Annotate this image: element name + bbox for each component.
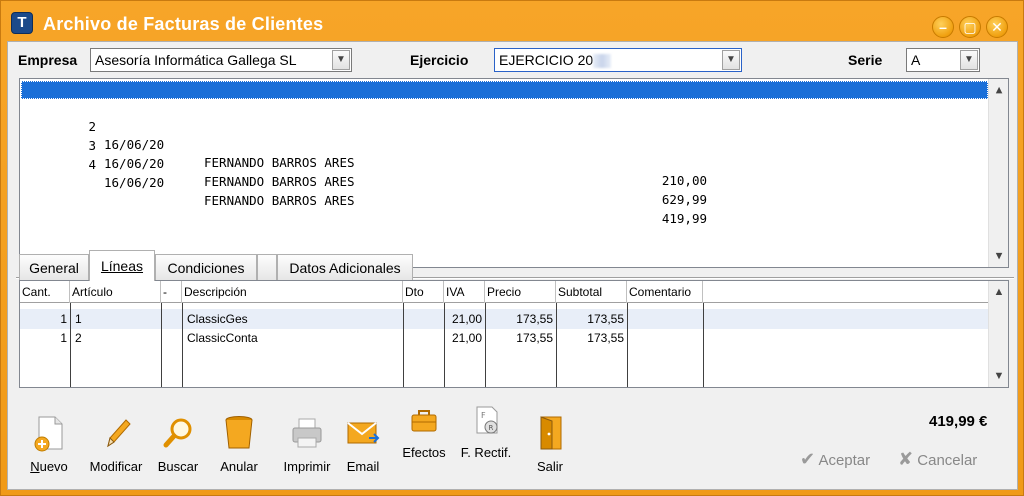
empresa-value: Asesoría Informática Gallega SL	[95, 52, 297, 68]
imprimir-button[interactable]: Imprimir	[276, 414, 338, 474]
window-title: Archivo de Facturas de Clientes	[43, 14, 324, 34]
invoice-list[interactable]: 1 16/06/20 FERNANDO BARROS ARES 419,99 C…	[19, 78, 1009, 268]
column-divider	[556, 303, 557, 387]
chevron-down-icon[interactable]: ▼	[722, 50, 740, 70]
cancelar-button[interactable]: ✘ Cancelar	[898, 449, 977, 470]
email-button[interactable]: Email	[341, 414, 385, 474]
ejercicio-select[interactable]: EJERCICIO 20 ▼	[494, 48, 742, 72]
col-header-dto[interactable]: Dto	[403, 281, 444, 303]
tab-general[interactable]: General	[19, 254, 89, 280]
column-divider	[182, 303, 183, 387]
serie-label: Serie	[848, 52, 883, 68]
printer-icon	[292, 418, 322, 448]
line-row[interactable]: 1 1 ClassicGes 21,00 173,55 173,55	[20, 309, 988, 329]
client-area: Empresa Asesoría Informática Gallega SL …	[7, 41, 1018, 490]
aceptar-button[interactable]: ✔ Aceptar	[800, 449, 870, 470]
serie-select[interactable]: A ▼	[906, 48, 980, 72]
anular-button[interactable]: Anular	[212, 414, 266, 474]
column-divider	[70, 303, 71, 387]
column-divider	[403, 303, 404, 387]
column-divider	[161, 303, 162, 387]
column-divider	[485, 303, 486, 387]
line-row[interactable]: 1 2 ClassicConta 21,00 173,55 173,55	[20, 328, 988, 348]
efectos-button[interactable]: Efectos	[397, 404, 451, 460]
col-header-subtotal[interactable]: Subtotal	[556, 281, 627, 303]
ejercicio-label: Ejercicio	[410, 52, 469, 68]
invoice-row[interactable]: 4 16/06/20 FERNANDO BARROS ARES 419,99	[21, 138, 988, 226]
col-header-articulo[interactable]: Artículo	[70, 281, 161, 303]
col-header-cant[interactable]: Cant.	[20, 281, 70, 303]
new-document-icon	[34, 416, 63, 452]
svg-text:F: F	[481, 411, 486, 420]
svg-text:R: R	[489, 424, 494, 432]
buscar-button[interactable]: Buscar	[151, 414, 205, 474]
empresa-select[interactable]: Asesoría Informática Gallega SL ▼	[90, 48, 352, 72]
cross-icon: ✘	[898, 449, 914, 469]
application-window: T Archivo de Facturas de Clientes – ▢ ✕ …	[0, 0, 1024, 496]
redacted-mask	[593, 54, 612, 69]
close-icon[interactable]: ✕	[986, 16, 1008, 38]
invoice-row[interactable]: 3 16/06/20 FERNANDO BARROS ARES 629,99	[21, 119, 988, 207]
scroll-down-icon[interactable]: ▼	[989, 247, 1009, 265]
col-header-descripcion[interactable]: Descripción	[182, 281, 403, 303]
scroll-down-icon[interactable]: ▼	[989, 367, 1009, 385]
col-header-precio[interactable]: Precio	[485, 281, 556, 303]
modificar-button[interactable]: Modificar	[84, 414, 148, 474]
col-header-iva[interactable]: IVA	[444, 281, 485, 303]
lines-scrollbar[interactable]: ▲ ▼	[988, 281, 1008, 387]
title-bar[interactable]: T Archivo de Facturas de Clientes – ▢ ✕	[1, 1, 1023, 39]
minimize-icon[interactable]: –	[932, 16, 954, 38]
checkmark-icon: ✔	[800, 449, 816, 469]
ejercicio-value: EJERCICIO 20	[499, 52, 594, 68]
tab-lineas[interactable]: Líneas	[89, 250, 155, 281]
scroll-up-icon[interactable]: ▲	[989, 81, 1009, 99]
maximize-icon[interactable]: ▢	[959, 16, 981, 38]
salir-button[interactable]: Salir	[528, 414, 572, 474]
pencil-icon	[107, 419, 131, 448]
chevron-down-icon[interactable]: ▼	[332, 50, 350, 70]
scroll-up-icon[interactable]: ▲	[989, 283, 1009, 301]
rectify-document-icon: F R	[476, 406, 498, 434]
col-header-sep[interactable]: -	[161, 281, 182, 303]
invoice-row[interactable]: 2 16/06/20 FERNANDO BARROS ARES 210,00	[21, 100, 988, 188]
tab-datos-adicionales[interactable]: Datos Adicionales	[277, 254, 413, 280]
chevron-down-icon[interactable]: ▼	[960, 50, 978, 70]
app-logo-icon: T	[11, 12, 33, 34]
invoice-total: 419,99 €	[929, 413, 988, 430]
magnifier-icon	[163, 418, 192, 448]
empresa-label: Empresa	[18, 52, 78, 68]
serie-value: A	[911, 52, 921, 68]
lines-grid-header: Cant. Artículo - Descripción Dto IVA Pre…	[20, 281, 988, 303]
tab-blank[interactable]	[257, 254, 277, 280]
rectificativa-button[interactable]: F R F. Rectif.	[454, 404, 518, 460]
invoice-list-scrollbar[interactable]: ▲ ▼	[988, 79, 1008, 267]
exit-door-icon	[540, 416, 562, 450]
column-divider	[444, 303, 445, 387]
envelope-icon	[347, 422, 380, 444]
column-divider	[627, 303, 628, 387]
lines-panel: Cant. Artículo - Descripción Dto IVA Pre…	[19, 280, 1009, 388]
nuevo-button[interactable]: Nuevo	[22, 414, 76, 474]
column-divider	[703, 303, 704, 387]
briefcase-icon	[411, 410, 437, 432]
tab-condiciones[interactable]: Condiciones	[155, 254, 257, 280]
col-header-comentario[interactable]: Comentario	[627, 281, 703, 303]
trash-bin-icon	[225, 416, 253, 449]
invoice-row[interactable]: 1 16/06/20 FERNANDO BARROS ARES 419,99 C…	[21, 81, 988, 188]
